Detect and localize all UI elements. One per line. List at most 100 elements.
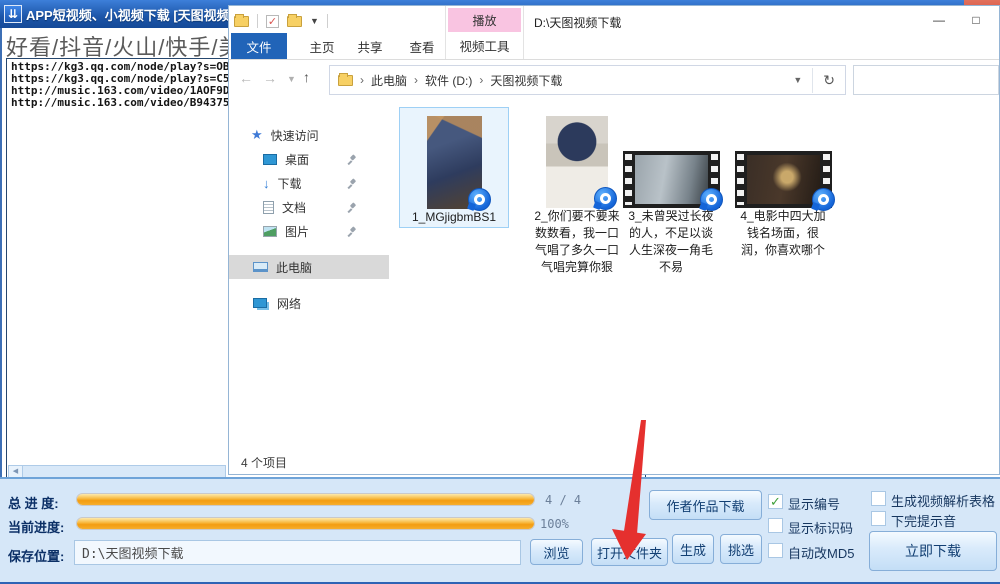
breadcrumb-folder[interactable]: 天图视频下载 — [490, 72, 562, 89]
file-name-line: 人生深夜一角毛 — [619, 242, 723, 259]
item-count-status: 4 个项目 — [241, 454, 287, 471]
total-progress-label: 总 进 度: — [8, 493, 59, 512]
downloader-app-icon: ⇊ — [4, 5, 22, 23]
separator — [257, 14, 258, 28]
file-item-3[interactable]: 3_未曾哭过长夜 的人，不足以谈 人生深夜一角毛 不易 — [619, 108, 723, 276]
generate-parse-table-label: 生成视频解析表格 — [891, 491, 995, 510]
total-progress-fill — [77, 494, 534, 505]
pin-icon — [346, 202, 357, 213]
generate-parse-table-checkbox[interactable] — [871, 491, 886, 506]
explorer-folder-icon[interactable] — [234, 16, 249, 27]
explorer-window: ✓ ▼ D:\天图视频下载 — □ 播放 视频工具 文件 主页 共享 查看 ← … — [228, 5, 1000, 475]
sidebar-item-label: 下载 — [278, 175, 302, 192]
generate-button[interactable]: 生成 — [672, 534, 714, 564]
video-player-badge-icon — [594, 187, 617, 210]
scroll-left-arrow-icon[interactable]: ◀ — [9, 466, 23, 477]
document-icon — [263, 201, 274, 214]
current-progress-bar — [76, 517, 535, 530]
separator — [327, 14, 328, 28]
finish-sound-checkbox[interactable] — [871, 511, 886, 526]
tab-share[interactable]: 共享 — [347, 33, 393, 59]
download-arrow-icon: ↓ — [263, 176, 270, 191]
new-folder-icon[interactable] — [287, 16, 302, 27]
tab-play[interactable]: 播放 — [448, 8, 521, 32]
sidebar-item-network[interactable]: 网络 — [229, 291, 389, 315]
author-works-download-button[interactable]: 作者作品下载 — [649, 490, 762, 520]
save-location-label: 保存位置: — [8, 546, 64, 565]
properties-check-icon[interactable]: ✓ — [266, 15, 279, 28]
auto-md5-checkbox[interactable] — [768, 543, 783, 558]
up-icon[interactable]: ↑ — [303, 69, 310, 85]
tab-view[interactable]: 查看 — [399, 33, 445, 59]
file-name-line: 不易 — [619, 259, 723, 276]
refresh-icon[interactable]: ↻ — [812, 68, 845, 93]
maximize-button[interactable]: □ — [961, 11, 991, 31]
network-icon — [253, 298, 267, 308]
file-name-line: 的人，不足以谈 — [619, 225, 723, 242]
breadcrumb-folder-icon — [338, 75, 353, 86]
pick-button[interactable]: 挑选 — [720, 534, 762, 564]
desktop-icon — [263, 154, 277, 165]
show-id-code-checkbox[interactable] — [768, 518, 783, 533]
sidebar-item-label: 网络 — [277, 295, 301, 312]
forward-icon[interactable]: → — [263, 70, 277, 86]
file-item-4[interactable]: 4_电影中四大加 钱名场面，很 润，你喜欢哪个 — [731, 108, 835, 259]
ribbon-tab-row: 文件 主页 共享 查看 — [229, 33, 1000, 60]
pin-icon — [346, 226, 357, 237]
open-folder-button[interactable]: 打开文件夹 — [591, 538, 668, 566]
show-number-checkbox[interactable] — [768, 494, 783, 509]
minimize-button[interactable]: — — [924, 11, 954, 31]
explorer-window-title: D:\天图视频下载 — [534, 14, 621, 31]
tab-home[interactable]: 主页 — [299, 33, 345, 59]
total-progress-value: 4 / 4 — [545, 493, 581, 507]
breadcrumb-this-pc[interactable]: 此电脑 — [371, 72, 407, 89]
navigation-pane: ★ 快速访问 桌面 ↓ 下载 文档 图片 此电脑 网络 — [229, 101, 389, 449]
video-player-badge-icon — [468, 188, 491, 211]
pictures-icon — [263, 226, 277, 237]
quick-access-star-icon: ★ — [251, 127, 263, 143]
current-progress-fill — [77, 518, 534, 529]
tab-file[interactable]: 文件 — [231, 33, 287, 59]
total-progress-bar — [76, 493, 535, 506]
breadcrumb-separator: › — [479, 73, 483, 87]
back-icon[interactable]: ← — [239, 70, 253, 86]
show-id-code-label: 显示标识码 — [788, 518, 853, 537]
file-name-line: 气唱了多久一口 — [523, 242, 631, 259]
video-player-badge-icon — [812, 188, 835, 211]
file-name-line: 气唱完算你狠 — [523, 259, 631, 276]
file-item-2[interactable]: 2_你们要不要来 数数看，我一口 气唱了多久一口 气唱完算你狠 — [523, 108, 631, 276]
auto-md5-label: 自动改MD5 — [788, 543, 854, 562]
file-name-line: 钱名场面，很 — [731, 225, 835, 242]
file-item-1[interactable]: 1_MGjigbmBS1 — [399, 107, 509, 228]
sidebar-item-label: 图片 — [285, 223, 309, 240]
this-pc-icon — [253, 262, 268, 272]
download-now-button[interactable]: 立即下载 — [869, 531, 997, 571]
quick-access-toolbar: ✓ ▼ — [234, 14, 328, 28]
address-bar[interactable]: › 此电脑 › 软件 (D:) › 天图视频下载 ▼ ↻ — [329, 65, 846, 95]
browse-button[interactable]: 浏览 — [530, 539, 583, 565]
address-chevron-down-icon[interactable]: ▼ — [793, 75, 802, 85]
save-location-value: D:\天图视频下载 — [82, 543, 183, 562]
downloader-window-title: APP短视频、小视频下载 [天图视频批 — [26, 5, 243, 24]
recent-locations-chevron-icon[interactable]: ▼ — [287, 74, 296, 84]
video-player-badge-icon — [700, 188, 723, 211]
file-name: 1_MGjigbmBS1 — [401, 209, 507, 226]
sidebar-item-documents[interactable]: 文档 — [229, 195, 389, 219]
current-progress-value: 100% — [540, 517, 569, 531]
sidebar-item-label: 文档 — [282, 199, 306, 216]
save-location-input[interactable]: D:\天图视频下载 — [74, 540, 521, 565]
file-name-line: 2_你们要不要来 — [523, 208, 631, 225]
breadcrumb-separator: › — [414, 73, 418, 87]
sidebar-item-label: 桌面 — [285, 151, 309, 168]
sidebar-item-quick-access[interactable]: ★ 快速访问 — [229, 123, 389, 147]
sidebar-item-downloads[interactable]: ↓ 下载 — [229, 171, 389, 195]
breadcrumb-drive-d[interactable]: 软件 (D:) — [425, 72, 472, 89]
search-input[interactable] — [853, 65, 999, 95]
sidebar-item-desktop[interactable]: 桌面 — [229, 147, 389, 171]
qat-customize-chevron-down-icon[interactable]: ▼ — [310, 16, 319, 26]
pin-icon — [346, 178, 357, 189]
sidebar-item-pictures[interactable]: 图片 — [229, 219, 389, 243]
pin-icon — [346, 154, 357, 165]
sidebar-item-this-pc[interactable]: 此电脑 — [229, 255, 389, 279]
sidebar-item-label: 快速访问 — [271, 127, 319, 144]
